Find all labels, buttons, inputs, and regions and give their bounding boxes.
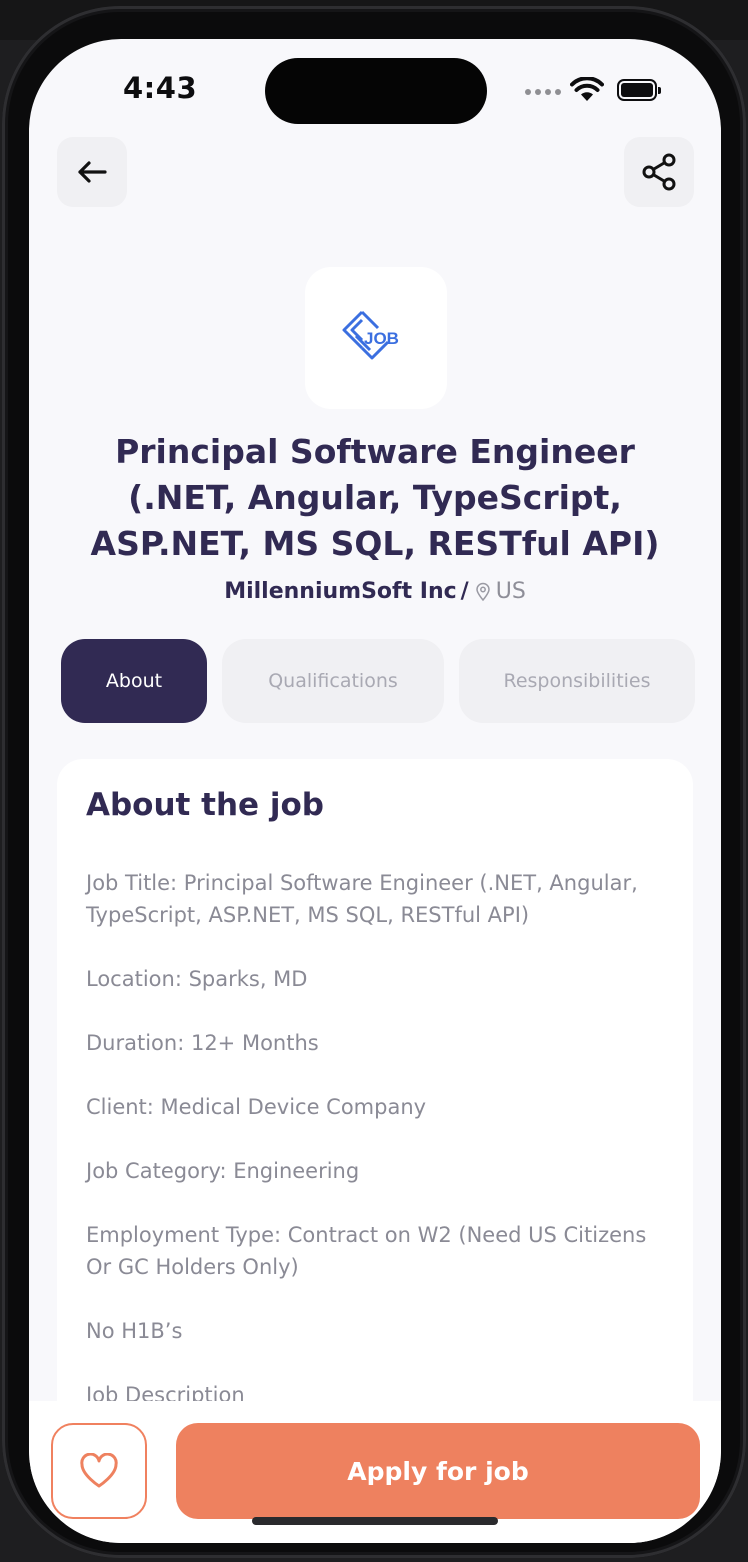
about-paragraph: Location: Sparks, MD: [86, 967, 308, 991]
svg-text:JOB: JOB: [364, 329, 399, 348]
wifi-icon: [570, 76, 604, 107]
dynamic-island: [265, 58, 487, 124]
separator: /: [460, 579, 469, 604]
about-paragraph: Client: Medical Device Company: [86, 1095, 427, 1119]
app-screen: 4:43 JOB Principal Software Engineer (.N…: [29, 39, 721, 1543]
location-pin-icon: [475, 582, 491, 602]
about-paragraph: Job Title: Principal Software Engineer (…: [86, 871, 638, 927]
arrow-left-icon: [78, 161, 107, 183]
job-title: Principal Software Engineer (.NET, Angul…: [90, 432, 660, 563]
cellular-signal-icon: [525, 89, 561, 95]
about-paragraph: Job Category: Engineering: [86, 1159, 360, 1183]
company-name: MillenniumSoft Inc: [224, 579, 457, 604]
favorite-button[interactable]: [51, 1423, 147, 1519]
about-heading: About the job: [86, 787, 324, 823]
apply-button[interactable]: Apply for job: [176, 1423, 700, 1519]
phone-frame: 4:43 JOB Principal Software Engineer (.N…: [2, 6, 746, 1558]
job-country: US: [495, 579, 526, 604]
about-paragraph: No H1B’s: [86, 1319, 183, 1343]
home-indicator: [252, 1517, 498, 1525]
share-button[interactable]: [624, 137, 694, 207]
tab-responsibilities[interactable]: Responsibilities: [459, 639, 695, 723]
tab-about[interactable]: About: [61, 639, 207, 723]
company-location-line: MillenniumSoft Inc / US: [29, 579, 721, 604]
status-time: 4:43: [123, 71, 198, 105]
back-button[interactable]: [57, 137, 127, 207]
heart-icon: [80, 1453, 118, 1488]
share-icon: [642, 153, 676, 191]
tab-qualifications[interactable]: Qualifications: [222, 639, 444, 723]
company-logo-image: JOB: [342, 310, 399, 360]
about-paragraph: Duration: 12+ Months: [86, 1031, 319, 1055]
battery-icon: [617, 79, 661, 101]
about-content: Job Title: Principal Software Engineer (…: [86, 867, 676, 1443]
about-paragraph: Employment Type: Contract on W2 (Need US…: [86, 1223, 647, 1279]
company-logo: JOB: [305, 267, 447, 409]
about-card: About the job Job Title: Principal Softw…: [57, 759, 693, 1459]
